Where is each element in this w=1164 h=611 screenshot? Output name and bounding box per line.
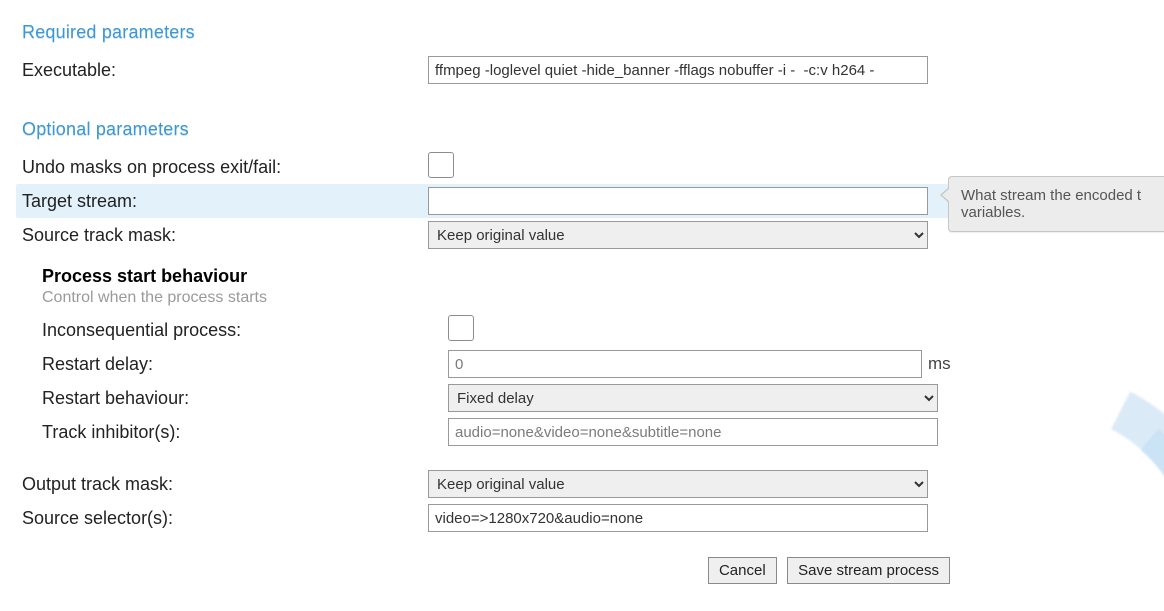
executable-input[interactable] <box>428 56 928 84</box>
save-button[interactable]: Save stream process <box>787 557 950 584</box>
restart-behaviour-label: Restart behaviour: <box>42 388 448 409</box>
inconsequential-process-row: Inconsequential process: <box>42 313 1164 347</box>
target-stream-tooltip: What stream the encoded t variables. <box>948 176 1164 232</box>
process-start-behaviour-block: Process start behaviour Control when the… <box>42 266 1164 449</box>
executable-label: Executable: <box>22 60 428 81</box>
button-row: Cancel Save stream process <box>22 557 950 584</box>
source-selectors-row: Source selector(s): <box>22 501 1164 535</box>
restart-delay-suffix: ms <box>928 354 951 374</box>
source-selectors-input[interactable] <box>428 504 928 532</box>
source-track-mask-label: Source track mask: <box>22 225 428 246</box>
restart-behaviour-select[interactable]: Fixed delay <box>448 384 938 412</box>
restart-delay-input[interactable] <box>448 350 922 378</box>
inconsequential-process-checkbox[interactable] <box>448 315 474 341</box>
required-parameters-heading: Required parameters <box>22 22 1164 43</box>
track-inhibitors-input[interactable] <box>448 418 938 446</box>
source-selectors-label: Source selector(s): <box>22 508 428 529</box>
restart-delay-row: Restart delay: ms <box>42 347 1164 381</box>
optional-parameters-heading: Optional parameters <box>22 119 1164 140</box>
restart-delay-label: Restart delay: <box>42 354 448 375</box>
process-start-behaviour-heading: Process start behaviour <box>42 266 1164 287</box>
source-track-mask-select[interactable]: Keep original value <box>428 221 928 249</box>
undo-masks-label: Undo masks on process exit/fail: <box>22 157 428 178</box>
process-start-behaviour-desc: Control when the process starts <box>42 289 1164 307</box>
target-stream-label: Target stream: <box>22 191 428 212</box>
track-inhibitors-label: Track inhibitor(s): <box>42 422 448 443</box>
track-inhibitors-row: Track inhibitor(s): <box>42 415 1164 449</box>
target-stream-input[interactable] <box>428 187 928 215</box>
undo-masks-checkbox[interactable] <box>428 152 454 178</box>
output-track-mask-select[interactable]: Keep original value <box>428 470 928 498</box>
output-track-mask-label: Output track mask: <box>22 474 428 495</box>
output-track-mask-row: Output track mask: Keep original value <box>22 467 1164 501</box>
restart-behaviour-row: Restart behaviour: Fixed delay <box>42 381 1164 415</box>
cancel-button[interactable]: Cancel <box>708 557 777 584</box>
executable-row: Executable: <box>22 53 1164 87</box>
inconsequential-process-label: Inconsequential process: <box>42 320 448 341</box>
